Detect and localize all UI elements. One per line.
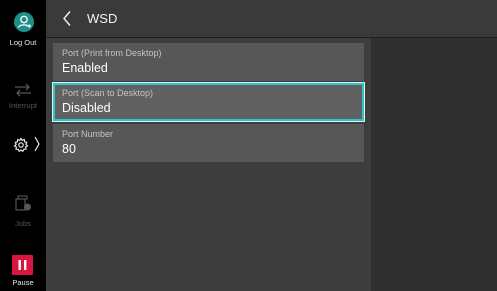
user-logout-icon [14, 12, 34, 32]
chevron-right-icon [33, 135, 43, 155]
back-button[interactable] [46, 0, 88, 37]
setting-row-port-number[interactable]: Port Number 80 [53, 124, 364, 162]
interrupt-label: Interrupt [9, 101, 37, 110]
setting-row-scan-port[interactable]: Port (Scan to Desktop) Disabled [53, 83, 364, 121]
setting-value: Enabled [62, 61, 108, 75]
header-bar: WSD [46, 0, 497, 38]
pause-label: Pause [12, 278, 34, 287]
setting-label: Port (Print from Desktop) [62, 48, 162, 58]
pause-icon [12, 255, 33, 275]
interrupt-icon [15, 83, 31, 97]
jobs-icon [15, 195, 31, 211]
setting-label: Port (Scan to Desktop) [62, 88, 154, 98]
logout-label: Log Out [9, 38, 37, 47]
page-title: WSD [87, 11, 118, 26]
setting-row-print-port[interactable]: Port (Print from Desktop) Enabled [53, 43, 364, 81]
setting-value: 80 [62, 142, 76, 156]
gear-icon [13, 137, 29, 153]
jobs-label: Jobs [15, 219, 31, 228]
chevron-left-icon [63, 11, 71, 26]
setting-label: Port Number [62, 129, 114, 139]
sidebar: Log Out Interrupt Jobs Pause [0, 0, 46, 291]
setting-value: Disabled [62, 101, 111, 115]
